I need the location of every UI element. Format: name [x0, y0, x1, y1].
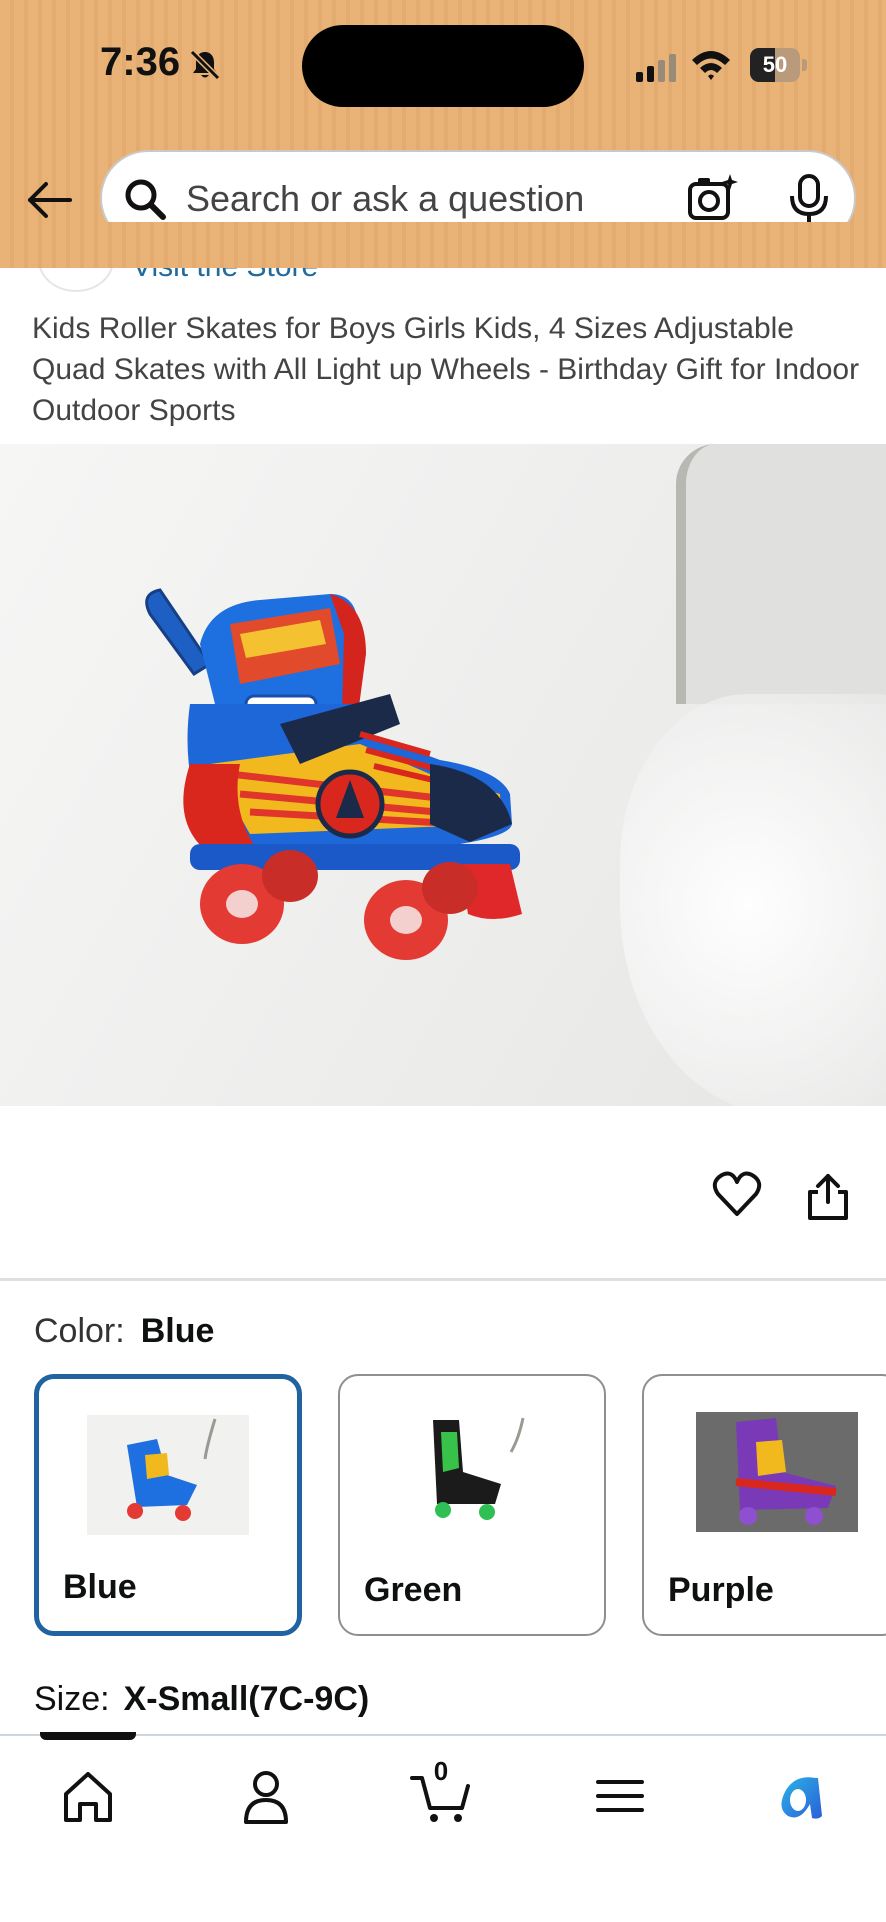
swatch-thumbnail	[391, 1412, 553, 1532]
top-header: 7:36 50	[0, 0, 886, 268]
heart-icon[interactable]	[712, 1170, 762, 1218]
silent-bell-icon	[189, 49, 221, 81]
microphone-icon[interactable]	[786, 172, 832, 226]
search-icon	[125, 179, 166, 220]
share-icon[interactable]	[806, 1172, 850, 1222]
status-time: 7:36	[100, 40, 181, 84]
menu-icon[interactable]	[588, 1764, 652, 1828]
swatch-label: Purple	[668, 1571, 774, 1609]
color-selector-heading: Color: Blue	[34, 1312, 214, 1351]
cell-signal-icon	[636, 54, 676, 82]
search-input[interactable]	[184, 170, 668, 228]
profile-icon[interactable]	[234, 1764, 298, 1828]
rufus-icon[interactable]	[766, 1764, 830, 1828]
color-option-blue[interactable]: Blue	[34, 1374, 302, 1636]
cart-button[interactable]: 0	[410, 1756, 474, 1828]
back-button[interactable]	[22, 172, 78, 228]
section-divider	[0, 1278, 886, 1281]
swatch-label: Green	[364, 1571, 463, 1609]
product-title: Kids Roller Skates for Boys Girls Kids, …	[32, 312, 860, 427]
swatch-label: Blue	[63, 1568, 137, 1606]
size-label: Size:	[34, 1680, 110, 1718]
roller-skate-illustration	[145, 588, 522, 960]
bottom-nav-bar: 0	[0, 1732, 886, 1922]
active-tab-indicator	[40, 1732, 136, 1740]
home-icon[interactable]	[56, 1764, 120, 1828]
store-logo[interactable]	[38, 228, 114, 292]
search-bar[interactable]	[100, 150, 856, 246]
dynamic-island	[302, 25, 584, 107]
color-selected-value: Blue	[140, 1312, 215, 1350]
color-option-green[interactable]: Green	[338, 1374, 606, 1636]
swatch-thumbnail	[87, 1415, 249, 1535]
size-selector-heading: Size: X-Small(7C-9C)	[34, 1680, 369, 1719]
color-option-purple[interactable]: Purple	[642, 1374, 886, 1636]
battery-percent: 50	[762, 52, 788, 77]
camera-search-icon[interactable]	[686, 172, 740, 226]
color-label: Color:	[34, 1312, 125, 1350]
swatch-thumbnail	[696, 1412, 858, 1532]
product-image[interactable]	[0, 444, 886, 1106]
visit-store-link[interactable]: Visit the Store	[132, 250, 318, 284]
cart-count: 0	[433, 1756, 449, 1786]
battery-indicator: 50	[750, 48, 808, 82]
wifi-icon	[692, 51, 730, 80]
size-selected-value: X-Small(7C-9C)	[123, 1680, 370, 1718]
